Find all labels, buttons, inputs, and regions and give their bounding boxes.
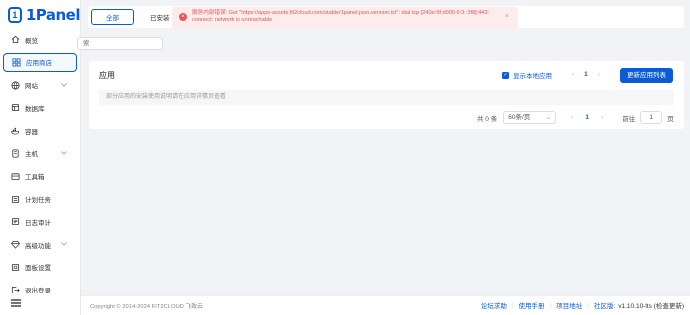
error-icon: × — [179, 13, 187, 21]
sidebar-item-logs[interactable]: 日志审计 — [3, 212, 77, 231]
logo[interactable]: 1 1Panel — [0, 0, 81, 30]
sidebar-item-label: 计划任务 — [25, 197, 51, 205]
sidebar-item-label: 容器 — [25, 128, 38, 136]
chevron-down-icon — [61, 150, 67, 157]
show-local-apps-checkbox[interactable]: ✓ 显示本地应用 — [502, 70, 552, 80]
page-number[interactable]: 1 — [581, 114, 593, 121]
server-icon — [11, 149, 20, 158]
project-link[interactable]: 项目地址 — [556, 300, 582, 310]
sidebar-item-host[interactable]: 主机 — [3, 144, 77, 163]
sidebar-item-website[interactable]: 网站 — [3, 76, 77, 95]
sidebar-item-label: 日志审计 — [25, 219, 51, 227]
edition-label: 社区版: — [593, 303, 616, 310]
page-unit-label: 页 — [667, 115, 674, 123]
goto-label: 前往 — [622, 115, 636, 123]
next-page-button[interactable]: › — [596, 114, 608, 121]
tab-all[interactable]: 全部 — [91, 9, 134, 25]
prev-page-button[interactable]: ‹ — [566, 114, 578, 121]
notice-text: 部分应用的安装使用说明请在应用详情页查看 — [99, 90, 674, 105]
sidebar-item-overview[interactable]: 概览 — [3, 30, 77, 49]
sidebar-item-database[interactable]: 数据库 — [3, 98, 77, 117]
manual-link[interactable]: 使用手册 — [519, 300, 545, 310]
page-size-value: 60条/页 — [508, 114, 531, 121]
sidebar-item-container[interactable]: 容器 — [3, 121, 77, 140]
toolbox-icon — [11, 172, 20, 181]
prev-page-icon[interactable]: ‹ — [572, 71, 574, 78]
close-icon[interactable]: × — [505, 13, 509, 20]
version-link[interactable]: v1.10.10-lts (检查更新) — [618, 300, 684, 310]
refresh-app-list-button[interactable]: 更新应用列表 — [620, 68, 673, 83]
page-size-select[interactable]: 60条/页 ⌄ — [503, 111, 557, 124]
current-page[interactable]: 1 — [584, 71, 588, 78]
sidebar-item-settings[interactable]: 面板设置 — [3, 258, 77, 277]
container-icon — [11, 126, 20, 135]
sidebar-item-app-store[interactable]: 应用商店 — [3, 52, 77, 72]
sidebar-item-advanced[interactable]: 高级功能 — [3, 235, 77, 254]
divider: | — [549, 301, 552, 309]
sidebar-nav: 概览 应用商店 网站 数据库 容器 主机 工具箱 计划任务 日志审计 高级功能 … — [0, 30, 80, 300]
sidebar-item-toolbox[interactable]: 工具箱 — [3, 167, 77, 186]
sidebar-item-label: 应用商店 — [26, 60, 52, 68]
sidebar: 1 1Panel 概览 应用商店 网站 数据库 容器 主机 工具箱 计划任务 日… — [0, 0, 81, 315]
logo-text: 1Panel — [25, 6, 81, 24]
grid-icon — [12, 58, 21, 67]
next-page-icon[interactable]: › — [598, 71, 600, 78]
sidebar-item-label: 主机 — [25, 151, 38, 159]
sidebar-item-label: 网站 — [25, 83, 38, 91]
mini-pager: ‹ 1 › — [572, 71, 600, 78]
sidebar-item-label: 面板设置 — [25, 265, 51, 273]
diamond-icon — [11, 240, 20, 249]
sidebar-item-cron[interactable]: 计划任务 — [3, 190, 77, 209]
footer: Copyright © 2014-2024 FIT2CLOUD 飞致云 论坛求助… — [81, 295, 690, 315]
search-input[interactable] — [77, 37, 163, 50]
apps-card: 应用 ✓ 显示本地应用 ‹ 1 › 更新应用列表 部分应用的安装使用说明请在应用… — [89, 61, 684, 129]
forum-link[interactable]: 论坛求助 — [481, 300, 507, 310]
logo-icon: 1 — [8, 7, 22, 23]
error-message: 服务内部错误: Get "https://apps-assets.fit2clo… — [192, 10, 490, 23]
chevron-down-icon — [61, 82, 67, 89]
checkbox-checked-icon: ✓ — [502, 71, 509, 79]
divider: | — [511, 301, 514, 309]
divider: | — [587, 301, 589, 309]
database-icon — [11, 103, 20, 112]
calendar-icon — [11, 195, 20, 204]
home-icon — [11, 35, 20, 44]
card-title: 应用 — [99, 71, 115, 80]
settings-icon — [11, 263, 20, 272]
sidebar-item-label: 概览 — [25, 37, 38, 45]
total-count: 共 0 条 — [477, 115, 498, 123]
sidebar-item-label: 工具箱 — [25, 174, 45, 182]
goto-page-input[interactable]: 1 — [640, 111, 663, 124]
sidebar-item-label: 数据库 — [25, 105, 45, 113]
error-alert: × 服务内部错误: Get "https://apps-assets.fit2c… — [172, 7, 518, 29]
sidebar-item-label: 高级功能 — [25, 242, 51, 250]
log-icon — [11, 217, 20, 226]
globe-icon — [11, 81, 20, 90]
chevron-down-icon — [61, 241, 67, 248]
chevron-down-icon: ⌄ — [545, 114, 552, 121]
pagination: 共 0 条 60条/页 ⌄ ‹ 1 › 前往 1 页 — [477, 111, 674, 124]
hamburger-icon — [11, 299, 21, 309]
copyright: Copyright © 2014-2024 FIT2CLOUD 飞致云 — [90, 304, 203, 310]
footer-links: 论坛求助 | 使用手册 | 项目地址 | 社区版: v1.10.10-lts (… — [481, 300, 684, 311]
checkbox-label: 显示本地应用 — [513, 73, 552, 80]
collapse-menu-button[interactable] — [0, 293, 80, 315]
